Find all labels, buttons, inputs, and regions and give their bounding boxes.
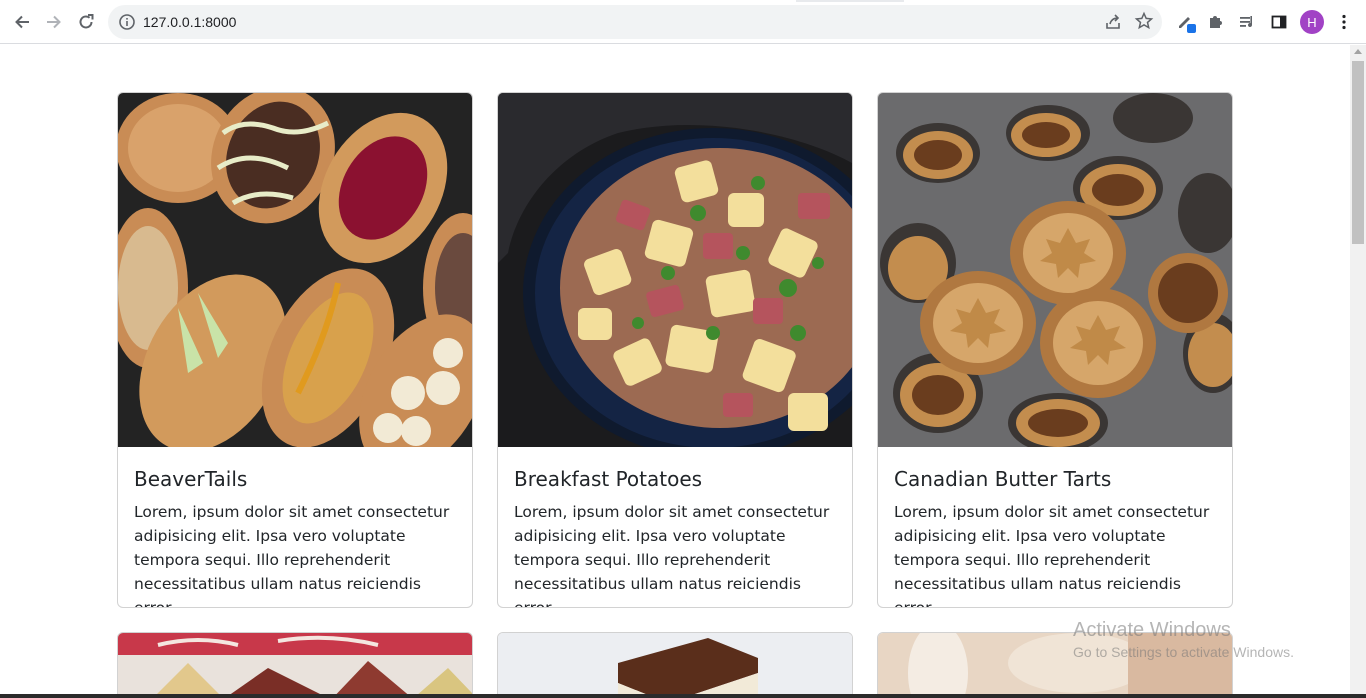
taskbar-edge xyxy=(0,694,1366,698)
profile-avatar[interactable]: H xyxy=(1300,10,1324,34)
beavertails-image xyxy=(118,93,472,472)
reload-icon xyxy=(79,14,94,29)
breakfast-potatoes-image xyxy=(498,93,852,458)
recipe-card-partial[interactable] xyxy=(117,632,473,698)
windows-activation-watermark: Activate Windows Go to Settings to activ… xyxy=(1073,619,1294,660)
recipe-card[interactable]: Breakfast Potatoes Lorem, ipsum dolor si… xyxy=(497,92,853,608)
forward-button[interactable] xyxy=(40,8,68,36)
side-panel-button[interactable] xyxy=(1265,8,1293,36)
kebab-menu-icon xyxy=(1342,14,1346,30)
page-scrollbar[interactable] xyxy=(1350,45,1366,698)
recipe-card[interactable]: Canadian Butter Tarts Lorem, ipsum dolor… xyxy=(877,92,1233,608)
pen-extension-icon xyxy=(1179,17,1196,33)
forward-arrow-icon xyxy=(47,15,61,29)
side-panel-icon xyxy=(1271,15,1287,29)
card-title: Breakfast Potatoes xyxy=(514,467,703,491)
reload-button[interactable] xyxy=(72,8,100,36)
recipe-card-partial[interactable] xyxy=(497,632,853,698)
reading-list-button[interactable] xyxy=(1233,8,1261,36)
scroll-thumb[interactable] xyxy=(1352,61,1364,244)
butter-tarts-image xyxy=(878,93,1232,453)
watermark-subtitle: Go to Settings to activate Windows. xyxy=(1073,644,1294,660)
card-text: Lorem, ipsum dolor sit amet consectetur … xyxy=(134,503,450,608)
share-icon[interactable] xyxy=(1104,13,1122,31)
back-button[interactable] xyxy=(8,8,36,36)
puzzle-icon xyxy=(1210,16,1222,28)
card-text: Lorem, ipsum dolor sit amet consectetur … xyxy=(514,503,830,608)
scroll-up-arrow-icon[interactable] xyxy=(1354,49,1362,54)
extensions-button[interactable] xyxy=(1202,8,1230,36)
sandwich-image xyxy=(118,633,472,698)
nanaimo-bar-image xyxy=(498,633,852,698)
browser-toolbar: 127.0.0.1:8000 H xyxy=(0,0,1366,44)
back-arrow-icon xyxy=(15,15,29,29)
card-title: Canadian Butter Tarts xyxy=(894,467,1112,491)
page-content: BeaverTails Lorem, ipsum dolor sit amet … xyxy=(0,45,1350,698)
media-queue-icon xyxy=(1240,16,1253,28)
watermark-title: Activate Windows xyxy=(1073,619,1231,641)
browser-menu-button[interactable] xyxy=(1330,8,1358,36)
card-text: Lorem, ipsum dolor sit amet consectetur … xyxy=(894,503,1210,608)
active-tab-indicator xyxy=(796,0,904,2)
site-info-icon[interactable] xyxy=(118,13,136,31)
extension-pen-button[interactable] xyxy=(1172,8,1200,36)
recipe-card[interactable]: BeaverTails Lorem, ipsum dolor sit amet … xyxy=(117,92,473,608)
card-title: BeaverTails xyxy=(134,467,248,491)
address-bar[interactable]: 127.0.0.1:8000 xyxy=(108,5,1162,39)
url-text[interactable]: 127.0.0.1:8000 xyxy=(143,14,236,30)
bookmark-star-icon[interactable] xyxy=(1134,11,1154,31)
